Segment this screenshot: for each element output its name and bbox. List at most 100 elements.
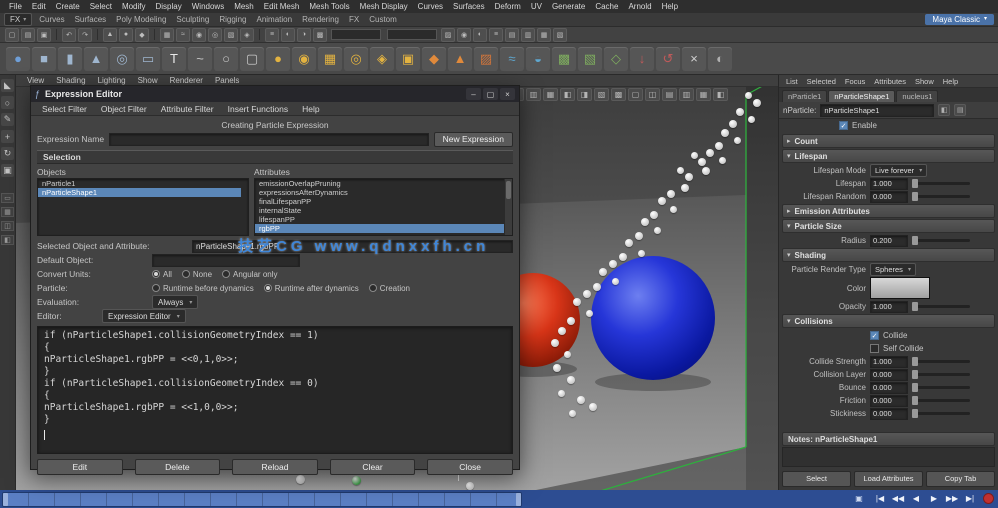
modeling-toolkit-icon[interactable]: ▨ [441,28,455,42]
shelf-volume-emitter-icon[interactable]: ▲ [448,47,472,71]
shelf-cone-icon[interactable]: ▲ [84,47,108,71]
menu-insert-functions[interactable]: Insert Functions [222,104,294,114]
shadows-icon[interactable]: ▢ [628,88,643,101]
shelf-nconstraint-icon[interactable]: ◇ [604,47,628,71]
ae-menu-list[interactable]: List [782,77,802,86]
viewport-menu-shading[interactable]: Shading [51,76,90,85]
menu-cache[interactable]: Cache [590,2,623,11]
render-settings-icon[interactable]: ▩ [313,28,327,42]
particle-mode-option-creation[interactable]: Creation [369,284,410,293]
slider-handle-icon[interactable] [912,396,918,405]
shelf-sphere-icon[interactable]: ● [6,47,30,71]
shelf-tab-custom[interactable]: Custom [364,15,402,24]
shelf-tab-curves[interactable]: Curves [34,15,69,24]
scrollbar-thumb[interactable] [506,181,511,199]
render-icon[interactable]: ◐ [281,28,295,42]
collide-checkbox[interactable]: ✓ [870,331,879,340]
attribute-internalstate[interactable]: internalState [255,206,505,215]
outliner-persp-layout-button[interactable]: ◧ [1,235,14,245]
select-tool-icon[interactable]: ◣ [1,79,14,92]
save-scene-icon[interactable]: ▣ [37,28,51,42]
menu-file[interactable]: File [4,2,27,11]
collide-strength-field[interactable]: 1.000 [870,356,908,368]
opacity-field[interactable]: 1.000 [870,301,908,313]
frame-all-icon[interactable]: ▦ [543,88,558,101]
slider-handle-icon[interactable] [912,370,918,379]
copy-tab-button[interactable]: Copy Tab [926,471,995,487]
ambient-occlusion-icon[interactable]: ◫ [645,88,660,101]
particle-render-type-dropdown[interactable]: Spheres▾ [870,263,916,276]
maximize-button[interactable]: ▢ [483,88,498,100]
objects-listbox[interactable]: nParticle1nParticleShape1 [37,178,249,236]
menu-display[interactable]: Display [151,2,187,11]
lifespan-mode-dropdown[interactable]: Live forever▾ [870,164,927,177]
shelf-gravity-field-icon[interactable]: ↓ [630,47,654,71]
convert-units-option-angular-only[interactable]: Angular only [222,270,277,279]
wireframe-on-shaded-icon[interactable]: ▩ [611,88,626,101]
shelf-pond-icon[interactable]: ◒ [526,47,550,71]
shelf-plane-icon[interactable]: ▭ [136,47,160,71]
collision-layer-field[interactable]: 0.000 [870,369,908,381]
menu-windows[interactable]: Windows [187,2,229,11]
ae-menu-focus[interactable]: Focus [841,77,869,86]
tool-settings-icon[interactable]: ▦ [537,28,551,42]
xray-icon[interactable]: ▧ [594,88,609,101]
shelf-ocean-icon[interactable]: ≈ [500,47,524,71]
shelf-square-icon[interactable]: ▢ [240,47,264,71]
collision-layer-slider[interactable] [912,373,970,376]
slider-handle-icon[interactable] [912,236,918,245]
menu-deform[interactable]: Deform [490,2,526,11]
object-nparticle1[interactable]: nParticle1 [38,179,241,188]
menu-mesh[interactable]: Mesh [229,2,259,11]
shelf-particle-grid-icon[interactable]: ▦ [318,47,342,71]
shelf-emitter-icon[interactable]: ◆ [422,47,446,71]
menu-surfaces[interactable]: Surfaces [448,2,490,11]
new-scene-icon[interactable]: ▢ [5,28,19,42]
delete-button[interactable]: Delete [135,459,221,475]
shelf-cylinder-icon[interactable]: ▮ [58,47,82,71]
shelf-goal-icon[interactable]: ◎ [344,47,368,71]
select-component-icon[interactable]: ◆ [135,28,149,42]
scale-tool-icon[interactable]: ▣ [1,164,14,177]
shelf-instancer-icon[interactable]: ◈ [370,47,394,71]
ipr-render-icon[interactable]: ◑ [297,28,311,42]
slider-handle-icon[interactable] [912,192,918,201]
shelf-tab-poly-modeling[interactable]: Poly Modeling [111,15,171,24]
section-particle-size[interactable]: ▾Particle Size [782,219,995,233]
edit-button[interactable]: Edit [37,459,123,475]
single-pane-layout-button[interactable]: ▭ [1,193,14,203]
object-nparticleshape1[interactable]: nParticleShape1 [38,188,241,197]
step-back-button[interactable]: ◀◀ [890,492,906,505]
snap-view-icon[interactable]: ◎ [208,28,222,42]
shelf-tab-surfaces[interactable]: Surfaces [70,15,112,24]
attribute-editor-panel[interactable]: ListSelectedFocusAttributesShowHelp nPar… [778,75,998,490]
menu-select-filter[interactable]: Select Filter [36,104,93,114]
animation-preferences-icon[interactable]: ▣ [852,492,866,505]
numeric-input-field[interactable] [387,29,437,40]
shelf-render-icon[interactable]: ◐ [708,47,732,71]
friction-field[interactable]: 0.000 [870,395,908,407]
range-end-handle[interactable] [516,493,521,506]
friction-slider[interactable] [912,399,970,402]
close-button[interactable]: × [500,88,515,100]
section-collisions[interactable]: ▾Collisions [782,314,995,328]
snap-grid-icon[interactable]: ▦ [160,28,174,42]
notes-section-header[interactable]: Notes: nParticleShape1 [782,432,995,446]
menu-object-filter[interactable]: Object Filter [95,104,153,114]
frame-selected-icon[interactable]: ◧ [560,88,575,101]
attribute-rgbpp[interactable]: rgbPP [255,224,505,233]
shelf-tab-fx[interactable]: FX [344,15,364,24]
open-scene-icon[interactable]: ▤ [21,28,35,42]
shelf-particle-emit-icon[interactable]: ◉ [292,47,316,71]
stickiness-field[interactable]: 0.000 [870,408,908,420]
attributes-scrollbar[interactable] [504,179,512,235]
four-pane-layout-button[interactable]: ▦ [1,207,14,217]
time-slider-bar[interactable]: ▣ |◀◀◀◀▶▶▶▶| [0,490,998,508]
safe-title-icon[interactable]: ▥ [526,88,541,101]
menu-help[interactable]: Help [296,104,325,114]
texture-view-icon[interactable]: ▦ [696,88,711,101]
shelf-nparticles-icon[interactable]: ● [266,47,290,71]
bounce-slider[interactable] [912,386,970,389]
menu-generate[interactable]: Generate [547,2,590,11]
tab-nparticle1[interactable]: nParticle1 [782,90,827,102]
